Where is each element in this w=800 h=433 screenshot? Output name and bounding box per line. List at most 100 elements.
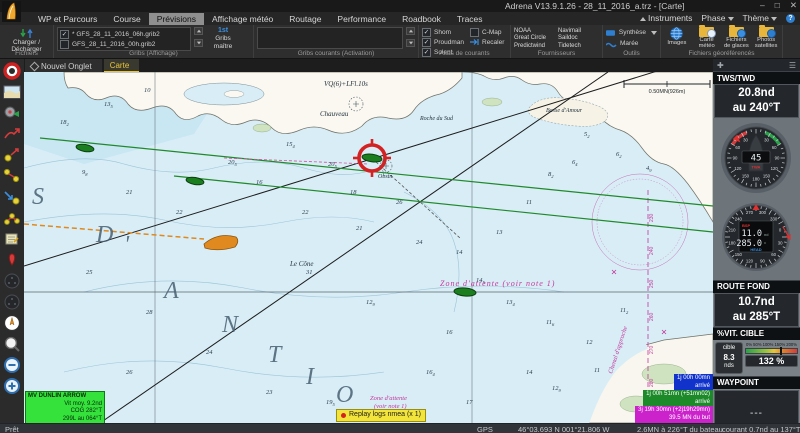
status-bar: Prêt GPS 46°03.693 N 001°21.806 W 2.6MN … — [0, 423, 800, 433]
route-fond-value: 10.7nd au 285°T — [714, 292, 799, 327]
tab-course[interactable]: Course — [105, 13, 148, 25]
engine-icon[interactable] — [3, 104, 21, 122]
fichiers-glaces-button[interactable]: Fichiers de glaces — [724, 25, 750, 50]
zoom-out-icon[interactable] — [3, 356, 21, 374]
synthese-button[interactable]: Synthèse — [606, 27, 657, 38]
notes-icon[interactable] — [3, 230, 21, 248]
panel-menu-icon[interactable]: ☰ — [789, 61, 796, 70]
gribs-maitre-button[interactable]: 1st Gribs maître — [206, 27, 240, 50]
compass-gauge[interactable]: 0 30 60 90 120 150 180 210 240 270 300 330 BSP 11.0… — [713, 200, 800, 280]
waypoint-header[interactable]: WAYPOINT — [713, 375, 800, 389]
panel-settings-icon[interactable]: ✚ — [717, 61, 724, 70]
shom-label[interactable]: Shom — [434, 29, 451, 36]
target-speed-box: cible 8.3 nds — [715, 341, 743, 374]
recaler-button[interactable]: Recaler — [470, 37, 504, 47]
vit-gauge-marker — [779, 346, 782, 355]
compass-icon[interactable] — [3, 314, 21, 332]
route-blue-icon[interactable] — [3, 188, 21, 206]
maree-icon — [606, 42, 617, 47]
waypoint-list-icon[interactable] — [3, 167, 21, 185]
maree-button[interactable]: Marée — [606, 38, 657, 49]
svg-text:22: 22 — [176, 209, 183, 216]
grib-file-2[interactable]: GFS_28_11_2016_00h.grib2 — [72, 41, 155, 48]
checkbox[interactable] — [60, 39, 69, 49]
compass-dim-2-icon[interactable] — [3, 293, 21, 311]
provider-navimail[interactable]: Navimail — [558, 28, 598, 34]
vit-gauge-bar — [745, 346, 798, 355]
cmap-label[interactable]: C-Map — [482, 29, 502, 36]
gribs-list[interactable]: ✓ * GFS_28_11_2016_06h.grib2 GFS_28_11_20… — [57, 27, 191, 51]
phase-menu[interactable]: Phase — [701, 13, 734, 23]
svg-text:120: 120 — [734, 166, 742, 171]
provider-predictwind[interactable]: Predictwind — [514, 43, 556, 49]
folder-cloud-icon — [699, 25, 717, 38]
provider-great-circle[interactable]: Great Circle — [514, 35, 556, 41]
chart-icon[interactable] — [3, 83, 21, 101]
group-label: Fournisseurs — [537, 50, 576, 57]
route-red-icon[interactable] — [3, 125, 21, 143]
svg-text:230: 230 — [649, 213, 655, 222]
chart-tab-bar: Nouvel Onglet Carte — [24, 59, 713, 72]
ribbon-tab-bar: WP et Parcours Course Prévisions Afficha… — [0, 12, 800, 25]
waypoint-add-icon[interactable] — [3, 146, 21, 164]
svg-text:26: 26 — [396, 199, 403, 206]
status-position: 46°03.693 N 001°21.806 W — [518, 425, 610, 433]
pin-red-icon[interactable] — [3, 251, 21, 269]
tab-roadbook[interactable]: Roadbook — [394, 13, 449, 25]
route-multi-icon[interactable] — [3, 209, 21, 227]
checkbox[interactable]: ✓ — [422, 27, 431, 37]
synthese-icon — [606, 29, 615, 36]
vit-cible-header[interactable]: %VIT. CIBLE — [713, 326, 800, 340]
eta-box-magenta: 3j 19h 30mn (+2j19h29mn) 39.5 MN du but — [635, 406, 713, 423]
proudman-label[interactable]: Proudman — [434, 39, 464, 46]
group-label: Atlas de courants — [439, 50, 490, 57]
tab-wp-et-parcours[interactable]: WP et Parcours — [30, 13, 105, 25]
route-fond-header[interactable]: ROUTE FOND — [713, 279, 800, 293]
group-label: Fichiers géoréférencés — [688, 50, 755, 57]
replay-banner[interactable]: Replay logs nmea (x 1) — [336, 409, 426, 422]
nautical-chart[interactable]: 0.50MN(926m) 230 240 250 260 270 280 182… — [24, 72, 713, 423]
gribs-list-scroll[interactable] — [194, 27, 203, 47]
grib-file-1[interactable]: * GFS_28_11_2016_06h.grib2 — [72, 31, 160, 38]
ais-info-box[interactable]: MV DUNLIN ARROW Vit moy. 9.2nd COG 282°T… — [25, 391, 105, 423]
gribs-courants-list[interactable] — [257, 27, 403, 49]
titlebar: Adrena V13.9.1.26 - 28_11_2016_a.trz - [… — [0, 0, 800, 12]
provider-tidetech[interactable]: Tidetech — [558, 43, 598, 49]
tab-previsions[interactable]: Prévisions — [148, 12, 204, 25]
close-button[interactable]: ✕ — [790, 0, 797, 11]
checkbox[interactable]: ✓ — [422, 37, 431, 47]
tab-traces[interactable]: Traces — [449, 13, 491, 25]
minimize-button[interactable]: – — [760, 0, 765, 11]
tab-routage[interactable]: Routage — [281, 13, 329, 25]
svg-text:180: 180 — [752, 176, 760, 181]
scale-label: 0.50MN(926m) — [649, 89, 686, 95]
group-label: Fichiers — [15, 50, 38, 57]
tab-affichage-meteo[interactable]: Affichage météo — [204, 13, 281, 25]
group-label: Gribs (Affichage) — [129, 50, 178, 57]
zoom-in-icon[interactable] — [3, 377, 21, 395]
tab-carte[interactable]: Carte — [103, 59, 140, 72]
tws-twd-header[interactable]: TWS/TWD — [713, 71, 800, 84]
tab-performance[interactable]: Performance — [329, 13, 394, 25]
tab-nouvel-onglet[interactable]: Nouvel Onglet — [25, 59, 102, 72]
compass-dim-1-icon[interactable] — [3, 272, 21, 290]
help-icon[interactable]: ? — [786, 13, 795, 23]
maximize-button[interactable]: □ — [775, 0, 780, 11]
svg-text:60: 60 — [771, 252, 776, 257]
provider-noaa[interactable]: NOAA — [514, 28, 556, 34]
zone-attente-label: Zone d'attente (voir note 1) — [440, 279, 555, 288]
magnifier-icon[interactable] — [3, 335, 21, 353]
instruments-menu[interactable]: Instruments — [638, 13, 692, 23]
le-cone-label: Le Cône — [289, 260, 314, 268]
theme-menu[interactable]: Thème — [743, 13, 777, 23]
svg-text:90: 90 — [760, 258, 765, 263]
life-ring-icon[interactable] — [3, 62, 21, 80]
checkbox[interactable]: ✓ — [60, 29, 69, 39]
carte-meteo-button[interactable]: Carte météo — [694, 25, 720, 50]
checkbox[interactable] — [470, 27, 479, 37]
provider-saildoc[interactable]: Saildoc — [558, 35, 598, 41]
photos-satellites-button[interactable]: Photos satellites — [753, 25, 779, 50]
images-button[interactable]: Images — [664, 27, 690, 50]
gribs-courants-scroll[interactable] — [406, 27, 415, 47]
wind-angle-gauge[interactable]: 30 30 60 60 90 90 120 120 150 150 180 45 TWA — [713, 117, 800, 201]
